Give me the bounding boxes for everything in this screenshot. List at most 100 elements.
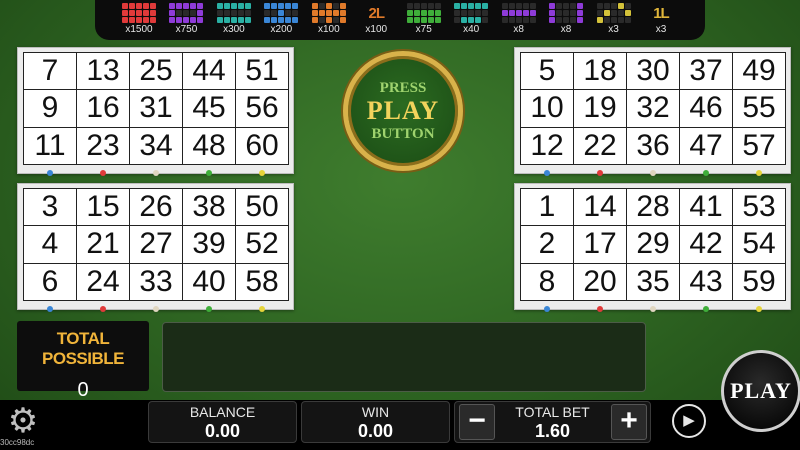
pattern-item: 1L x3 xyxy=(639,0,683,36)
card-number: 46 xyxy=(680,90,733,128)
card-number: 34 xyxy=(130,127,183,165)
win-label: WIN xyxy=(361,404,390,420)
column-marker-dot xyxy=(702,170,709,176)
decrease-bet-button[interactable]: − xyxy=(459,404,495,440)
card-number: 6 xyxy=(24,263,77,301)
pattern-item: x40 xyxy=(449,0,493,35)
pattern-multiplier: x3 xyxy=(655,24,667,35)
pattern-item: x8 xyxy=(497,0,541,35)
card-number: 21 xyxy=(77,226,130,264)
card-number: 24 xyxy=(77,263,130,301)
pattern-grid-icon xyxy=(122,3,156,23)
card-number: 15 xyxy=(77,189,130,227)
card-number: 12 xyxy=(521,127,574,165)
card-number: 41 xyxy=(680,189,733,227)
pattern-multiplier: x200 xyxy=(270,24,293,35)
card-number: 22 xyxy=(574,127,627,165)
card-number: 31 xyxy=(130,90,183,128)
card-number: 14 xyxy=(574,189,627,227)
card-number: 56 xyxy=(236,90,289,128)
play-button[interactable]: PLAY xyxy=(721,350,800,432)
settings-gear-icon[interactable]: ⚙ xyxy=(6,404,40,438)
increase-bet-button[interactable]: + xyxy=(611,404,647,440)
balance-value: 0.00 xyxy=(204,421,241,441)
card-number: 44 xyxy=(183,53,236,91)
card-number: 37 xyxy=(680,53,733,91)
pattern-grid-icon xyxy=(216,3,251,23)
column-marker-dot xyxy=(543,306,550,312)
card-column-markers xyxy=(520,170,785,176)
pattern-multiplier: x100 xyxy=(317,24,340,35)
pattern-multiplier: x40 xyxy=(463,24,480,35)
card-number: 8 xyxy=(521,263,574,301)
win-value: 0.00 xyxy=(357,421,394,441)
column-marker-dot xyxy=(702,306,709,312)
card-number: 39 xyxy=(183,226,236,264)
column-marker-dot xyxy=(99,170,106,176)
card-number: 49 xyxy=(733,53,786,91)
card-number: 9 xyxy=(24,90,77,128)
press-play-badge: PRESS PLAY BUTTON xyxy=(343,51,463,171)
card-number: 53 xyxy=(733,189,786,227)
column-marker-dot xyxy=(258,170,265,176)
pattern-multiplier: x100 xyxy=(365,24,388,35)
bingo-card-2: 5 18 30 37 49 10 19 32 46 55 12 22 36 47 57 xyxy=(514,47,791,176)
press-play-line3: BUTTON xyxy=(371,126,435,142)
card-number: 2 xyxy=(521,226,574,264)
pattern-grid-icon xyxy=(549,3,584,23)
card-number: 50 xyxy=(236,189,289,227)
pattern-paytable: x1500 x750 x300 x200 x100 2L x100 x75 x40 x8 x8 x3 1… xyxy=(95,0,705,40)
pattern-multiplier: x300 xyxy=(223,24,245,35)
card-number: 58 xyxy=(236,263,289,301)
card-number: 35 xyxy=(627,263,680,301)
balance-label: BALANCE xyxy=(189,404,256,420)
card-number: 42 xyxy=(680,226,733,264)
pattern-grid-icon xyxy=(169,3,204,23)
pattern-grid-icon xyxy=(311,3,346,23)
pattern-multiplier: x75 xyxy=(415,24,432,35)
pattern-multiplier: x8 xyxy=(560,24,572,35)
pattern-grid-icon xyxy=(501,3,536,23)
message-box xyxy=(162,322,646,392)
pattern-grid-icon xyxy=(406,3,441,23)
pattern-multiplier: x8 xyxy=(513,24,524,35)
total-possible-label: TOTAL POSSIBLE xyxy=(42,329,124,368)
column-marker-dot xyxy=(755,306,762,312)
total-possible-value: 0 xyxy=(77,379,89,401)
card-number: 17 xyxy=(574,226,627,264)
card-number: 48 xyxy=(183,127,236,165)
balance-display: BALANCE 0.00 xyxy=(148,401,297,443)
pattern-multiplier: x750 xyxy=(175,24,198,35)
column-marker-dot xyxy=(152,306,159,312)
card-number: 38 xyxy=(183,189,236,227)
card-number-grid: 1 14 28 41 53 2 17 29 42 54 8 20 35 43 59 xyxy=(520,188,786,301)
card-number: 51 xyxy=(236,53,289,91)
card-number: 57 xyxy=(733,127,786,165)
card-number: 18 xyxy=(574,53,627,91)
bingo-card-3: 3 15 26 38 50 4 21 27 39 52 6 24 33 40 58 xyxy=(17,183,294,312)
pattern-item: x750 xyxy=(164,0,208,35)
card-number: 4 xyxy=(24,226,77,264)
pattern-multiplier: x1500 xyxy=(125,24,153,35)
column-marker-dot xyxy=(205,306,212,312)
card-number: 52 xyxy=(236,226,289,264)
autoplay-icon[interactable]: ▶ xyxy=(672,404,706,438)
card-number: 33 xyxy=(130,263,183,301)
card-number: 3 xyxy=(24,189,77,227)
card-number: 60 xyxy=(236,127,289,165)
pattern-grid-icon xyxy=(596,3,631,23)
column-marker-dot xyxy=(649,306,656,312)
card-number: 29 xyxy=(627,226,680,264)
pattern-item: x1500 xyxy=(117,0,161,35)
card-number: 23 xyxy=(77,127,130,165)
pattern-text-icon: 1L xyxy=(653,4,670,22)
column-marker-dot xyxy=(205,170,212,176)
card-number: 36 xyxy=(627,127,680,165)
card-number-grid: 5 18 30 37 49 10 19 32 46 55 12 22 36 47 57 xyxy=(520,52,786,165)
card-number: 11 xyxy=(24,127,77,165)
card-number: 10 xyxy=(521,90,574,128)
card-number: 16 xyxy=(77,90,130,128)
press-play-line2: PLAY xyxy=(366,96,440,125)
card-number: 13 xyxy=(77,53,130,91)
card-number: 43 xyxy=(680,263,733,301)
